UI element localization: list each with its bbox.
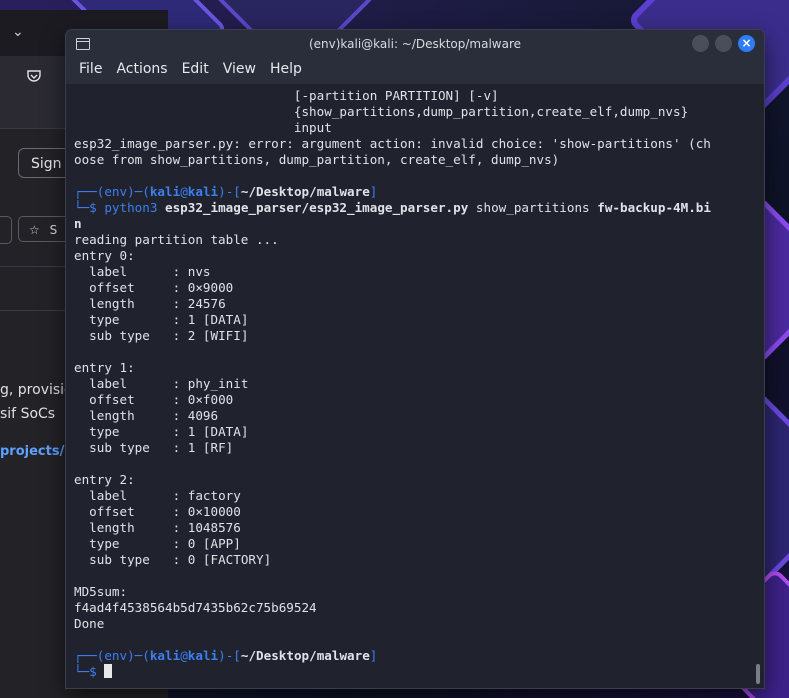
maximize-button[interactable] xyxy=(715,35,732,52)
entry-type: 1 [DATA] xyxy=(187,312,249,327)
field-name: label xyxy=(89,376,128,391)
prompt-at: @ xyxy=(180,648,188,663)
menu-bar: File Actions Edit View Help xyxy=(66,58,764,84)
prompt-user: kali xyxy=(149,648,181,663)
entry-header: entry 2: xyxy=(74,472,135,487)
entry-length: 24576 xyxy=(187,296,226,311)
command-arg: show_partitions xyxy=(475,200,590,215)
entry-length: 4096 xyxy=(187,408,219,423)
entry-subtype: 0 [FACTORY] xyxy=(187,552,272,567)
text-cursor[interactable] xyxy=(104,664,113,678)
usage-line: {show_partitions,dump_partition,create_e… xyxy=(293,104,689,119)
entry-label: factory xyxy=(187,488,241,503)
done-line: Done xyxy=(74,616,105,631)
field-name: length xyxy=(89,520,135,535)
prompt-host: kali xyxy=(187,184,219,199)
entry-label: phy_init xyxy=(187,376,249,391)
menu-file[interactable]: File xyxy=(72,58,109,84)
prompt-host: kali xyxy=(187,648,219,663)
field-name: type xyxy=(89,424,120,439)
entry-type: 0 [APP] xyxy=(187,536,241,551)
field-name: length xyxy=(89,296,135,311)
prompt-user: kali xyxy=(149,184,181,199)
md5-value: f4ad4f4538564b5d7435b62c75b69524 xyxy=(74,600,317,615)
field-name: type xyxy=(89,312,120,327)
entry-subtype: 1 [RF] xyxy=(187,440,234,455)
sign-in-label: Sign i xyxy=(31,156,70,172)
entry-type: 1 [DATA] xyxy=(187,424,249,439)
field-name: type xyxy=(89,536,120,551)
repo-link[interactable]: projects/e xyxy=(0,444,73,459)
prompt-path: ~/Desktop/malware xyxy=(240,184,370,199)
pocket-icon[interactable] xyxy=(26,68,42,84)
command-script: esp32_image_parser/esp32_image_parser.py xyxy=(165,200,469,215)
error-line: oose from show_partitions, dump_partitio… xyxy=(74,152,560,167)
field-name: sub type xyxy=(89,552,150,567)
command-exe: python3 xyxy=(104,200,158,215)
toolbar-button[interactable] xyxy=(0,216,12,244)
field-name: length xyxy=(89,408,135,423)
usage-line: [-partition PARTITION] [-v] xyxy=(293,88,499,103)
prompt-path: ~/Desktop/malware xyxy=(240,648,370,663)
field-name: label xyxy=(89,488,128,503)
entry-header: entry 0: xyxy=(74,248,135,263)
field-name: offset xyxy=(89,392,135,407)
entry-offset: 0×10000 xyxy=(187,504,241,519)
window-title: (env)kali@kali: ~/Desktop/malware xyxy=(308,37,522,51)
entry-header: entry 1: xyxy=(74,360,135,375)
field-name: sub type xyxy=(89,328,150,343)
menu-view[interactable]: View xyxy=(216,58,263,84)
prompt-env: (env) xyxy=(96,648,135,663)
menu-actions[interactable]: Actions xyxy=(109,58,174,84)
star-icon: ☆ xyxy=(29,223,40,237)
repo-description-line: sif SoCs xyxy=(0,406,56,422)
scrollbar[interactable] xyxy=(756,664,760,684)
entry-subtype: 2 [WIFI] xyxy=(187,328,249,343)
menu-edit[interactable]: Edit xyxy=(175,58,216,84)
error-line: esp32_image_parser.py: error: argument a… xyxy=(74,136,711,151)
close-button[interactable]: × xyxy=(738,35,755,52)
reading-line: reading partition table ... xyxy=(74,232,279,247)
entry-label: nvs xyxy=(187,264,211,279)
title-bar[interactable]: (env)kali@kali: ~/Desktop/malware × xyxy=(66,30,764,58)
command-file: fw-backup-4M.bi xyxy=(597,200,711,215)
field-name: offset xyxy=(89,280,135,295)
usage-line: input xyxy=(293,120,332,135)
field-name: offset xyxy=(89,504,135,519)
terminal-window[interactable]: (env)kali@kali: ~/Desktop/malware × File… xyxy=(66,30,764,688)
field-name: sub type xyxy=(89,440,150,455)
terminal-output[interactable]: [-partition PARTITION] [-v] {show_partit… xyxy=(66,84,764,688)
prompt-at: @ xyxy=(180,184,188,199)
menu-help[interactable]: Help xyxy=(263,58,309,84)
minimize-button[interactable] xyxy=(692,35,709,52)
entry-offset: 0×9000 xyxy=(187,280,234,295)
command-file-wrap: n xyxy=(74,216,82,231)
field-name: label xyxy=(89,264,128,279)
md5-label: MD5sum: xyxy=(74,584,128,599)
repo-description-line: g, provisio xyxy=(0,382,73,398)
entry-offset: 0×f000 xyxy=(187,392,234,407)
entry-length: 1048576 xyxy=(187,520,241,535)
prompt-env: (env) xyxy=(96,184,135,199)
close-icon: × xyxy=(741,36,752,50)
chevron-down-icon[interactable]: ⌄ xyxy=(12,24,24,40)
star-label: S xyxy=(49,223,58,237)
